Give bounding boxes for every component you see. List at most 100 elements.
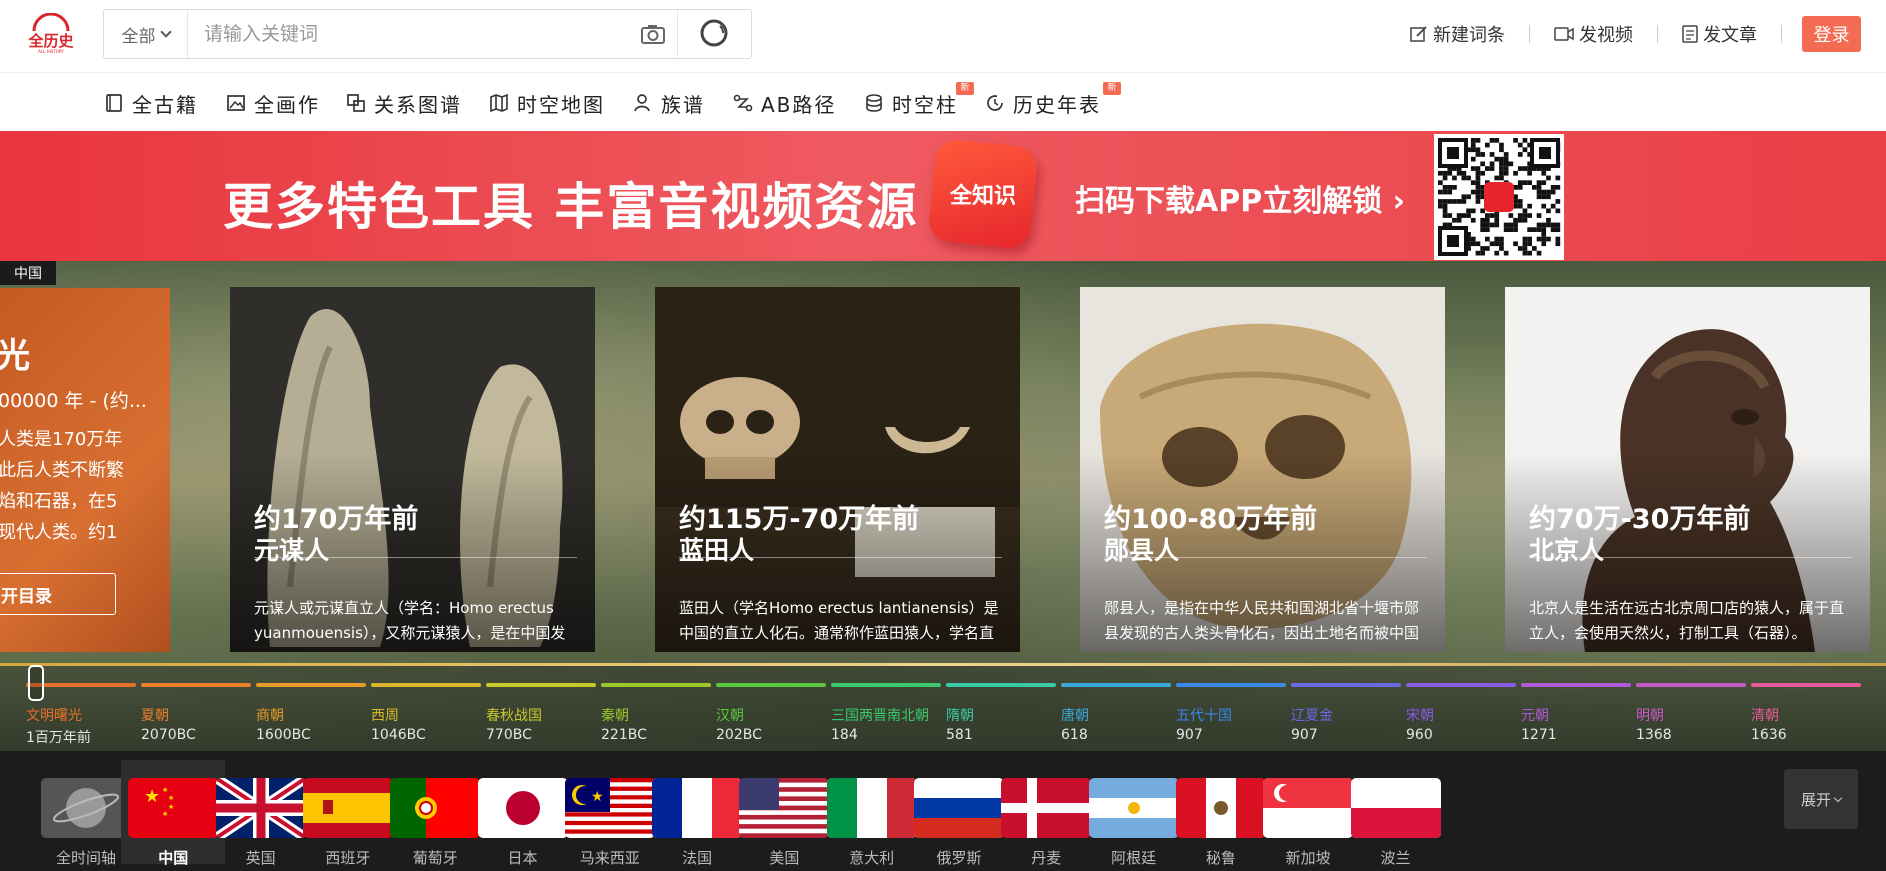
nav-label: 时空地图 — [517, 92, 605, 117]
nav-item-spacetime-column[interactable]: 时空柱 新 — [864, 82, 974, 117]
dynasty-start-year: 1368 — [1636, 727, 1672, 743]
timeline-segment[interactable] — [1061, 683, 1171, 687]
dynasty-start-year: 1046BC — [371, 727, 426, 743]
divider — [1104, 557, 1427, 558]
post-article-label: 发文章 — [1703, 25, 1757, 46]
divider — [1657, 25, 1658, 43]
era-card-yunxian[interactable]: 约100-80万年前 郧县人 郧县人，是指在中华人民共和国湖北省十堰市郧县发现的… — [1080, 287, 1445, 652]
dynasty-start-year: 907 — [1291, 727, 1318, 743]
era-card-yuanmou[interactable]: 约170万年前 元谋人 元谋人或元谋直立人（学名：Homo erectus yu… — [230, 287, 595, 652]
timeline-segment[interactable] — [946, 683, 1056, 687]
header-actions: 新建词条 发视频 发文章 — [1410, 18, 1806, 50]
era-card-lantian[interactable]: 约115万-70万年前 蓝田人 蓝田人（学名Homo erectus lanti… — [655, 287, 1020, 652]
new-badge: 新 — [1103, 82, 1121, 95]
svg-text:★: ★ — [162, 786, 168, 794]
nav-label: AB路径 — [761, 92, 837, 117]
dynasty-label[interactable]: 五代十国 — [1176, 705, 1232, 725]
dynasty-label[interactable]: 辽夏金 — [1291, 705, 1333, 725]
uk-flag-icon — [215, 778, 306, 838]
timeline-segment[interactable] — [1636, 683, 1746, 687]
open-catalog-button[interactable]: 开目录 — [0, 573, 116, 615]
nav-item-spacetime-map[interactable]: 时空地图 — [489, 90, 605, 117]
nav-item-paintings[interactable]: 全画作 — [226, 90, 320, 117]
divider — [679, 557, 1002, 558]
dynasty-label[interactable]: 汉朝 — [716, 705, 744, 725]
site-logo[interactable]: 全历史 ALL HISTORY — [26, 12, 76, 54]
search-scope-label: 全部 — [121, 26, 156, 47]
malaysia-flag-icon: ★ — [564, 778, 655, 838]
timeline-segment[interactable] — [1176, 683, 1286, 687]
nav-item-history-chronology[interactable]: 历史年表 新 — [985, 82, 1121, 117]
timeline-segment[interactable] — [716, 683, 826, 687]
country-item[interactable]: 波兰 — [1344, 760, 1448, 867]
search-box: 全部 — [103, 9, 752, 59]
dynasty-label[interactable]: 明朝 — [1636, 705, 1664, 725]
login-button[interactable]: 登录 — [1802, 16, 1861, 52]
app-promo-banner[interactable]: 更多特色工具 丰富音视频资源 全知识 扫码下载APP立刻解锁 › — [0, 131, 1886, 261]
nav-label: 全画作 — [254, 92, 320, 117]
timeline-segment[interactable] — [1291, 683, 1401, 687]
timeline-segment[interactable] — [256, 683, 366, 687]
nav-label: 历史年表 — [1013, 92, 1101, 117]
timeline-segment[interactable] — [141, 683, 251, 687]
search-button[interactable] — [677, 10, 752, 58]
era-name: 元谋人 — [254, 536, 330, 565]
era-description: 蓝田人（学名Homo erectus lantianensis）是中国的直立人化… — [679, 599, 999, 642]
era-description: 北京人是生活在远古北京周口店的猿人，属于直立人，会使用天然火，打制工具（石器）。 — [1529, 599, 1845, 642]
nav-item-ab-path[interactable]: AB路径 — [733, 90, 837, 117]
region-tag: 中国 — [0, 261, 56, 285]
dynasty-label[interactable]: 宋朝 — [1406, 705, 1434, 725]
new-badge: 新 — [956, 82, 974, 95]
timeline-segment[interactable] — [486, 683, 596, 687]
new-entry-link[interactable]: 新建词条 — [1410, 21, 1505, 47]
cylinder-icon — [866, 94, 882, 112]
dynasty-label[interactable]: 清朝 — [1751, 705, 1779, 725]
dynasty-start-year: 618 — [1061, 727, 1088, 743]
timeline-segment[interactable] — [1521, 683, 1631, 687]
dynasty-timeline[interactable]: 文明曙光 1百万年前 夏朝 2070BC 商朝 1600BC 西周 1046BC 春秋战国 770… — [0, 663, 1886, 751]
nav-item-ancient-books[interactable]: 全古籍 — [104, 90, 198, 117]
search-scope-select[interactable]: 全部 — [104, 10, 188, 58]
nav-item-relation-graph[interactable]: 关系图谱 — [346, 90, 462, 117]
dynasty-start-year: 960 — [1406, 727, 1433, 743]
svg-text:★: ★ — [168, 794, 174, 802]
era-card-peking-man[interactable]: 约70万-30万年前 北京人 北京人是生活在远古北京周口店的猿人，属于直立人，会… — [1505, 287, 1870, 652]
post-video-link[interactable]: 发视频 — [1554, 21, 1633, 47]
portugal-flag-icon — [390, 778, 481, 838]
dynasty-label[interactable]: 秦朝 — [601, 705, 629, 725]
dynasty-start-year: 1百万年前 — [26, 730, 91, 746]
dynasty-label[interactable]: 文明曙光 — [26, 705, 82, 725]
tool-nav: 全古籍 全画作 关系图谱 时空地图 族谱 AB路径 时空柱 新 历史年表 新 — [0, 73, 1886, 131]
post-article-link[interactable]: 发文章 — [1682, 21, 1757, 47]
svg-text:★: ★ — [168, 803, 174, 811]
intro-date: 00000 年 - (约... — [0, 390, 147, 412]
dynasty-label[interactable]: 三国两晋南北朝 — [831, 705, 929, 725]
dynasty-label[interactable]: 商朝 — [256, 705, 284, 725]
intro-text: 人类是170万年 此后人类不断繁 焰和石器，在5 现代人类。约1 — [0, 429, 124, 543]
camera-icon[interactable] — [638, 22, 668, 46]
dynasty-label[interactable]: 隋朝 — [946, 705, 974, 725]
dynasty-label[interactable]: 元朝 — [1521, 705, 1549, 725]
timeline-segment[interactable] — [371, 683, 481, 687]
timeline-rule — [0, 663, 1886, 666]
era-name: 郧县人 — [1104, 536, 1180, 565]
china-flag-icon: ★ ★ ★ ★ ★ — [128, 778, 219, 838]
nav-label: 全古籍 — [132, 92, 198, 117]
timeline-segment[interactable] — [601, 683, 711, 687]
dynasty-start-year: 1600BC — [256, 727, 311, 743]
timeline-segment[interactable] — [1406, 683, 1516, 687]
dynasty-start-year: 581 — [946, 727, 973, 743]
dynasty-label[interactable]: 夏朝 — [141, 705, 169, 725]
era-name: 蓝田人 — [679, 536, 755, 565]
era-description: 郧县人，是指在中华人民共和国湖北省十堰市郧县发现的古人类头骨化石，因出土地名而被… — [1104, 599, 1420, 642]
expand-button[interactable]: 展开 — [1784, 769, 1858, 829]
timeline-segment[interactable] — [831, 683, 941, 687]
timeline-segment[interactable] — [1751, 683, 1861, 687]
timeline-slider-handle[interactable] — [28, 665, 44, 701]
nav-item-genealogy[interactable]: 族谱 — [633, 90, 705, 117]
dynasty-label[interactable]: 唐朝 — [1061, 705, 1089, 725]
dynasty-label[interactable]: 西周 — [371, 705, 399, 725]
dynasty-label[interactable]: 春秋战国 — [486, 705, 542, 725]
expand-label: 展开 — [1800, 790, 1831, 809]
era-name: 北京人 — [1529, 536, 1605, 565]
